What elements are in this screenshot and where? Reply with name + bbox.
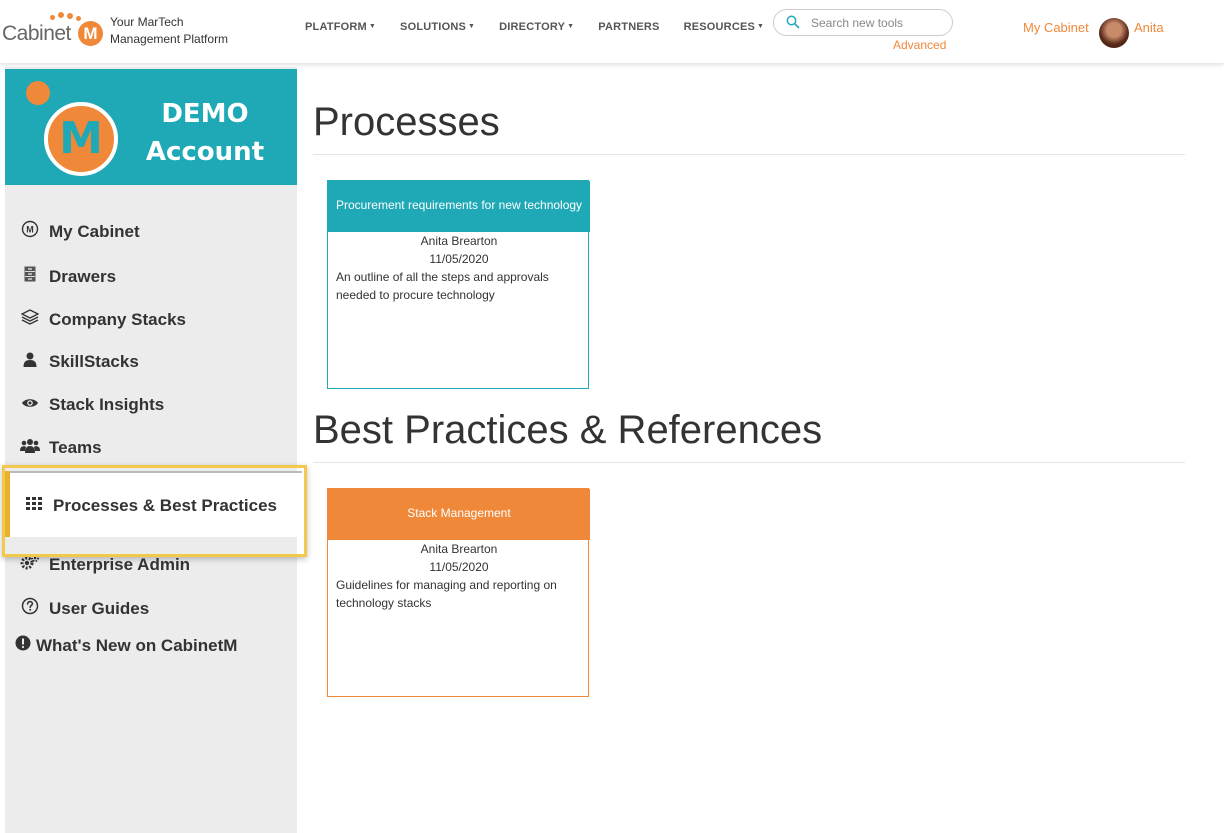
demo-logo-dot: [26, 81, 50, 105]
demo-account-banner: M DEMO Account: [5, 69, 297, 185]
logo-dot: [50, 15, 55, 20]
card-description: An outline of all the steps and approval…: [336, 270, 549, 302]
nav-resources[interactable]: RESOURCES ▼: [684, 21, 765, 33]
users-icon: [19, 438, 41, 458]
search-input[interactable]: Search new tools: [773, 9, 953, 36]
logo-mark: M: [78, 21, 103, 46]
user-icon: [19, 352, 41, 372]
eye-icon: [19, 396, 41, 414]
cabinet-m-icon: M: [19, 220, 41, 243]
sidebar: M DEMO Account M My Cabinet Drawers Comp…: [5, 67, 302, 833]
sidebar-item-user-guides[interactable]: User Guides: [19, 597, 149, 620]
search-placeholder: Search new tools: [811, 16, 904, 30]
logo-wordmark: Cabinet: [2, 22, 71, 45]
top-navbar: Cabinet M Your MarTech Management Platfo…: [0, 0, 1224, 63]
card-title[interactable]: Stack Management: [328, 489, 590, 540]
svg-text:M: M: [26, 225, 34, 235]
section-divider: [313, 154, 1185, 155]
nav-partners[interactable]: PARTNERS: [598, 21, 659, 33]
question-circle-icon: [19, 597, 41, 620]
advanced-search-link[interactable]: Advanced: [893, 38, 946, 52]
section-title-best-practices: Best Practices & References: [313, 408, 823, 452]
card-title[interactable]: Procurement requirements for new technol…: [328, 181, 590, 232]
sidebar-item-company-stacks[interactable]: Company Stacks: [19, 309, 186, 330]
nav-solutions[interactable]: SOLUTIONS ▼: [400, 21, 475, 33]
my-cabinet-link[interactable]: My Cabinet: [1023, 20, 1089, 35]
nav-platform[interactable]: PLATFORM ▼: [305, 21, 376, 33]
chevron-down-icon: ▼: [368, 23, 377, 30]
process-card[interactable]: Procurement requirements for new technol…: [327, 180, 590, 389]
card-body: Anita Brearton 11/05/2020 An outline of …: [328, 232, 590, 304]
card-body: Anita Brearton 11/05/2020 Guidelines for…: [328, 540, 590, 612]
best-practice-card[interactable]: Stack Management Anita Brearton 11/05/20…: [327, 488, 590, 697]
drawers-icon: [19, 266, 41, 287]
sidebar-item-enterprise-admin[interactable]: Enterprise Admin: [19, 554, 190, 575]
sidebar-item-skillstacks[interactable]: SkillStacks: [19, 352, 139, 372]
gears-icon: [19, 554, 41, 575]
chevron-down-icon: ▼: [757, 23, 765, 30]
sidebar-item-whats-new[interactable]: What's New on CabinetM: [15, 635, 237, 656]
card-author: Anita Brearton: [420, 234, 498, 248]
card-date: 11/05/2020: [429, 560, 489, 574]
exclamation-circle-icon: [15, 635, 31, 656]
tagline-line2: Management Platform: [110, 32, 229, 46]
card-author: Anita Brearton: [420, 542, 498, 556]
section-title-processes: Processes: [313, 100, 500, 144]
sidebar-item-stack-insights[interactable]: Stack Insights: [19, 395, 164, 415]
demo-logo-mark: M: [44, 102, 118, 176]
logo-dot: [58, 12, 64, 18]
section-divider: [313, 462, 1185, 463]
search-icon: [786, 15, 800, 29]
avatar[interactable]: [1099, 18, 1129, 48]
logo-dot: [67, 13, 73, 19]
tagline: Your MarTech Management Platform: [110, 14, 228, 48]
sidebar-item-drawers[interactable]: Drawers: [19, 266, 116, 287]
user-menu[interactable]: Anita: [1134, 20, 1164, 35]
main-nav: PLATFORM ▼ SOLUTIONS ▼ DIRECTORY ▼ PARTNERS…: [305, 21, 788, 33]
demo-account-label: DEMO Account: [145, 99, 265, 167]
grid-icon: [23, 497, 45, 515]
sidebar-item-teams[interactable]: Teams: [19, 438, 102, 458]
nav-directory[interactable]: DIRECTORY ▼: [499, 21, 574, 33]
logo-dot: [76, 16, 81, 21]
chevron-down-icon: ▼: [468, 23, 476, 30]
tagline-line1: Your MarTech: [110, 15, 184, 29]
card-description: Guidelines for managing and reporting on…: [336, 578, 557, 610]
sidebar-item-my-cabinet[interactable]: M My Cabinet: [19, 220, 140, 243]
chevron-down-icon: ▼: [567, 23, 575, 30]
layers-icon: [19, 309, 41, 330]
card-date: 11/05/2020: [429, 252, 489, 266]
sidebar-item-processes-best-practices[interactable]: Processes & Best Practices: [23, 496, 277, 516]
